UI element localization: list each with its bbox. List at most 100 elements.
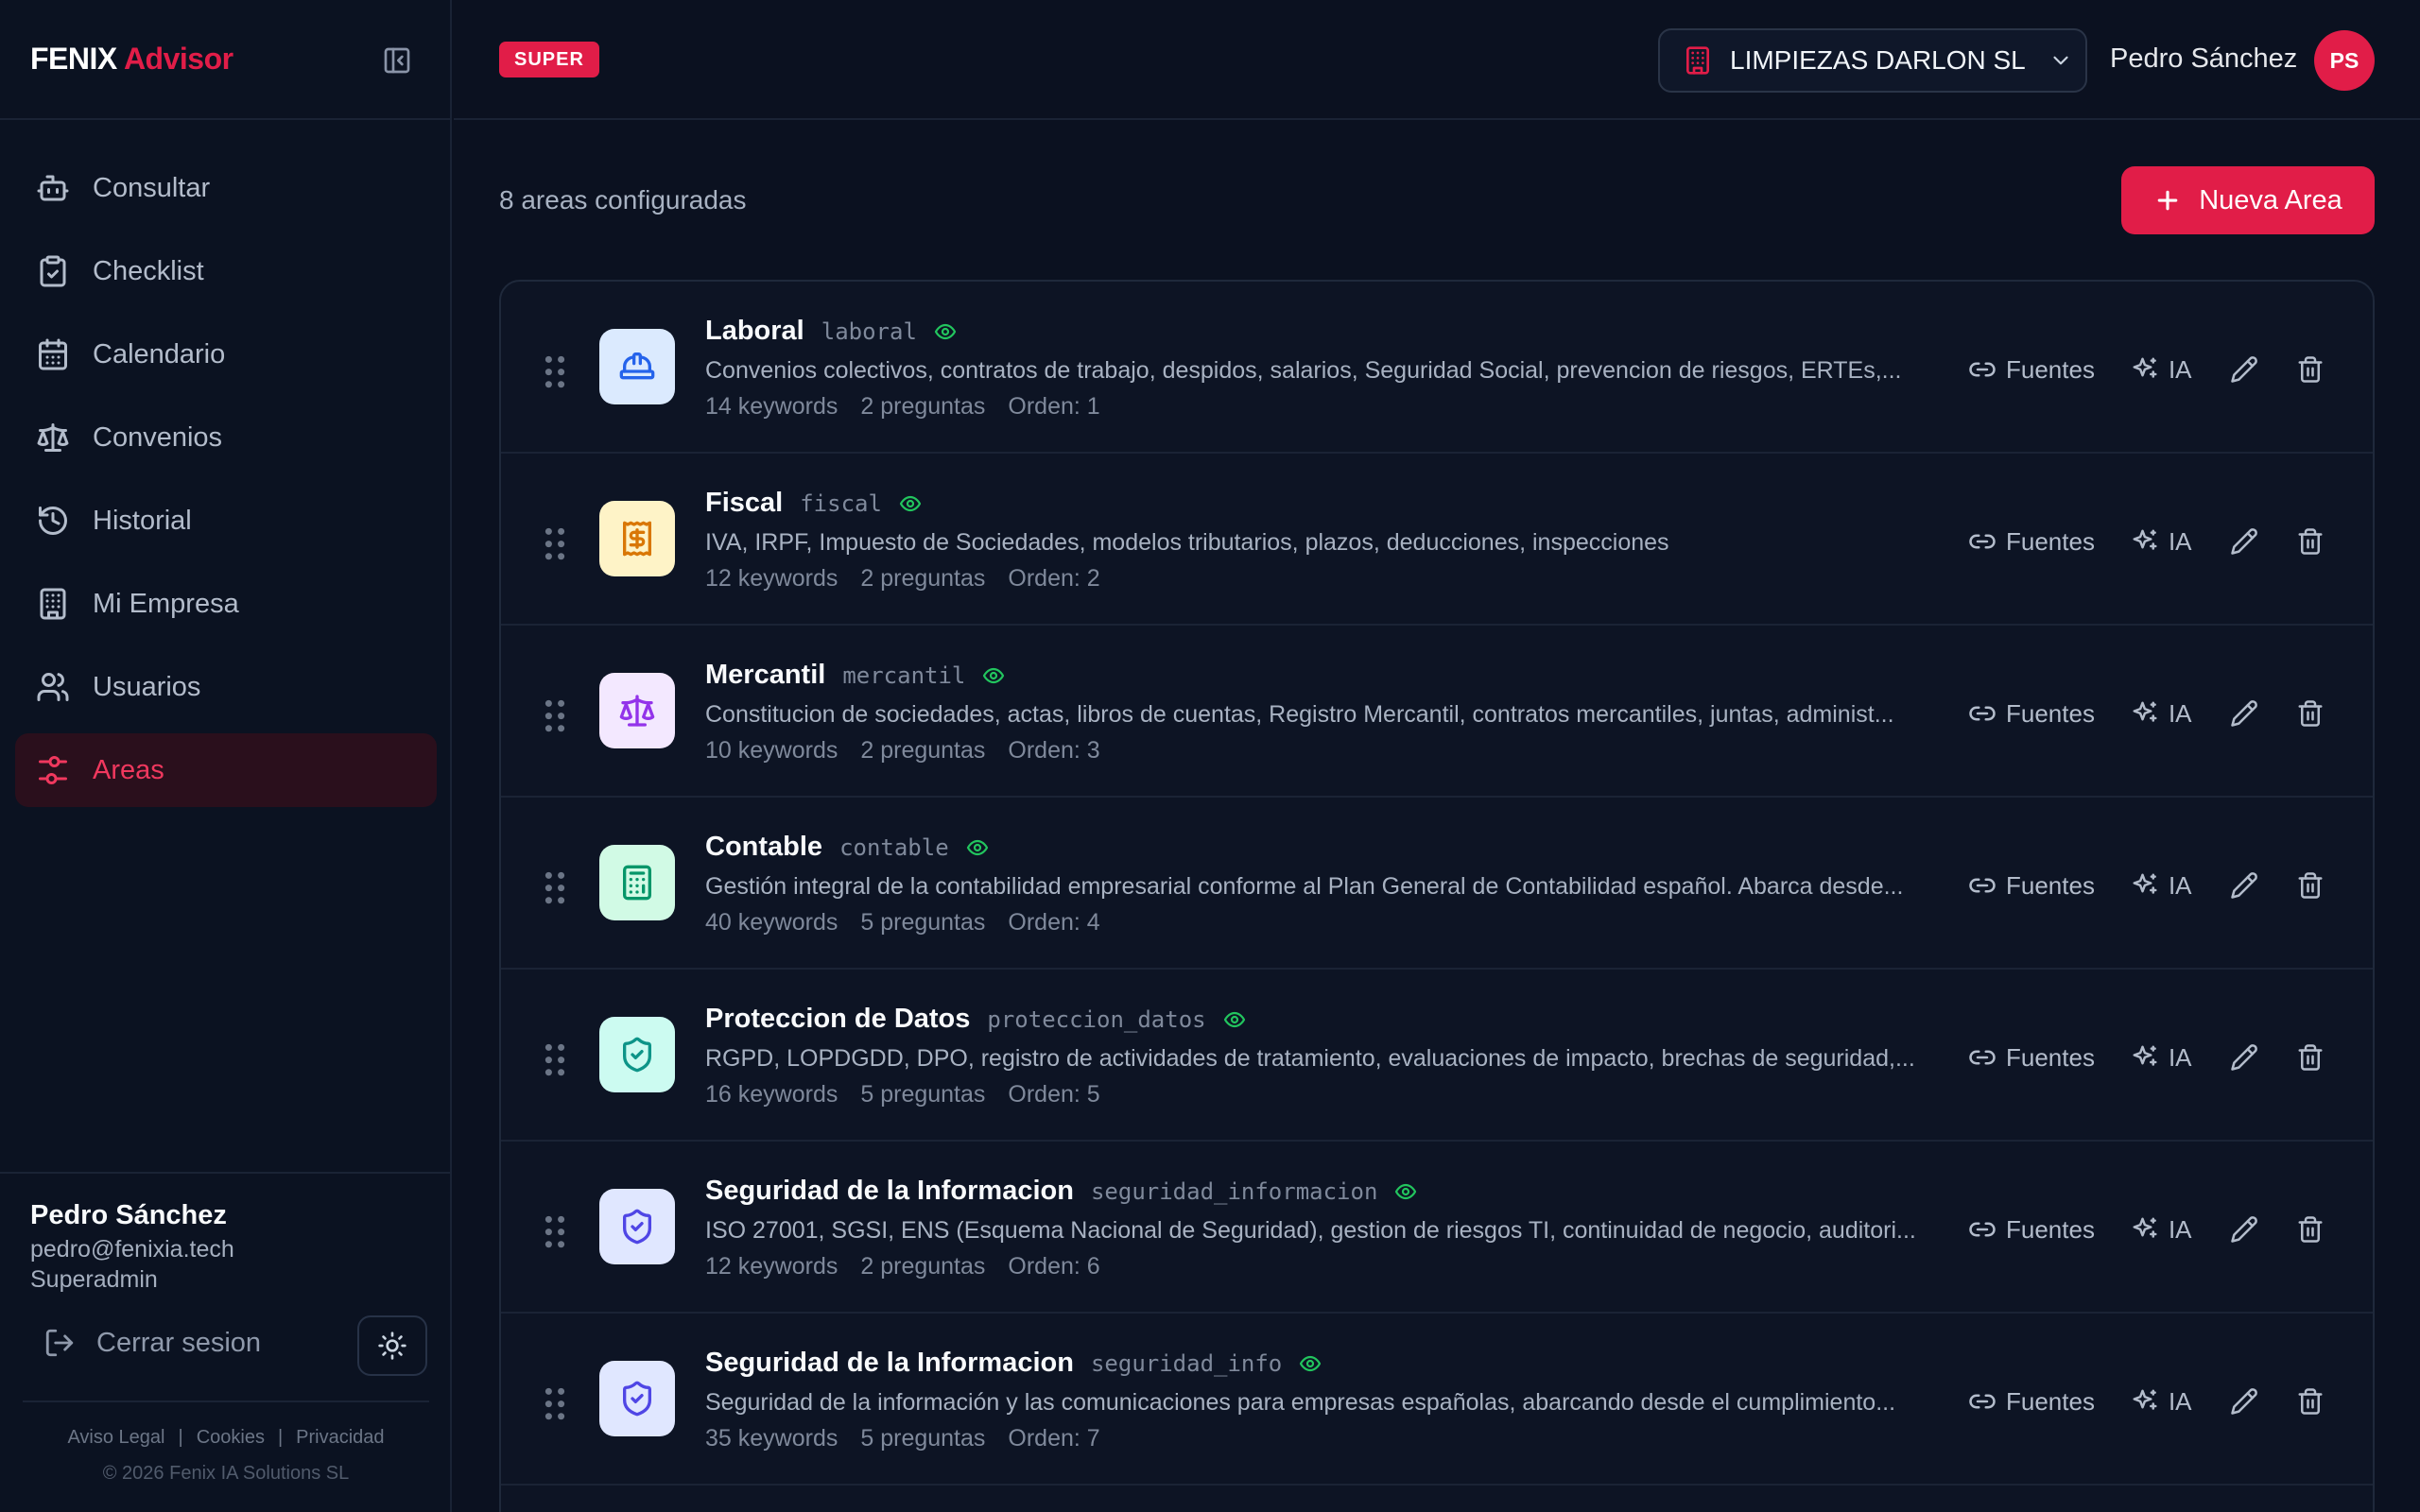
fuentes-button[interactable]: Fuentes (1968, 527, 2095, 557)
fuentes-button[interactable]: Fuentes (1968, 871, 2095, 901)
sidebar-item-convenios[interactable]: Convenios (15, 401, 437, 474)
logout-button[interactable]: Cerrar sesion (43, 1327, 261, 1359)
edit-button[interactable] (2230, 527, 2258, 556)
eye-icon (1223, 1011, 1245, 1027)
sidebar-nav: Consultar Checklist Calendario Convenios… (15, 151, 437, 816)
trash-icon (2298, 1044, 2323, 1071)
robot-icon (37, 175, 69, 201)
eye-icon (934, 323, 957, 339)
sparkles-icon (2133, 357, 2157, 378)
area-preguntas: 5 preguntas (860, 1425, 986, 1452)
link-icon (1969, 1394, 1996, 1409)
fuentes-button[interactable]: Fuentes (1968, 1215, 2095, 1245)
delete-button[interactable] (2296, 527, 2325, 556)
drag-handle-icon[interactable] (544, 1215, 565, 1248)
fuentes-label: Fuentes (2006, 1386, 2095, 1416)
trash-icon (2298, 1388, 2323, 1415)
sidebar-item-consultar[interactable]: Consultar (15, 151, 437, 225)
privacidad-link[interactable]: Privacidad (296, 1427, 384, 1448)
edit-button[interactable] (2230, 355, 2258, 384)
aviso-legal-link[interactable]: Aviso Legal (67, 1427, 164, 1448)
ia-label: IA (2168, 870, 2192, 900)
area-row: Fiscal fiscal IVA, IRPF, Impuesto de Soc… (501, 454, 2373, 626)
area-slug: seguridad_informacion (1090, 1178, 1378, 1205)
drag-handle-icon[interactable] (544, 699, 565, 732)
logout-label: Cerrar sesion (96, 1327, 262, 1358)
sidebar-item-mi-empresa[interactable]: Mi Empresa (15, 567, 437, 641)
area-actions: Fuentes IA (1968, 1206, 2325, 1253)
ia-button[interactable]: IA (2131, 1387, 2192, 1417)
area-meta: 12 keywords 2 preguntas Orden: 6 (705, 1253, 1123, 1280)
area-row: Laboral laboral Convenios colectivos, co… (501, 282, 2373, 454)
area-actions: Fuentes IA (1968, 862, 2325, 909)
delete-button[interactable] (2296, 355, 2325, 384)
delete-button[interactable] (2296, 1387, 2325, 1416)
theme-toggle-button[interactable] (357, 1315, 427, 1376)
ia-button[interactable]: IA (2131, 699, 2192, 729)
area-orden: Orden: 2 (1008, 565, 1100, 592)
edit-button[interactable] (2230, 1215, 2258, 1244)
fuentes-label: Fuentes (2006, 526, 2095, 556)
avatar[interactable]: PS (2314, 30, 2375, 91)
user-email: pedro@fenixia.tech (30, 1236, 234, 1263)
fuentes-button[interactable]: Fuentes (1968, 1043, 2095, 1073)
drag-handle-icon[interactable] (544, 871, 565, 904)
edit-button[interactable] (2230, 1043, 2258, 1072)
drag-handle-icon[interactable] (544, 527, 565, 560)
drag-handle-icon[interactable] (544, 1043, 565, 1076)
pencil-icon (2230, 1044, 2257, 1071)
ia-button[interactable]: IA (2131, 1215, 2192, 1245)
user-role: Superadmin (30, 1266, 158, 1293)
delete-button[interactable] (2296, 1043, 2325, 1072)
ia-button[interactable]: IA (2131, 355, 2192, 385)
area-row: Seguridad de la Informacion seguridad_in… (501, 1314, 2373, 1486)
fuentes-label: Fuentes (2006, 354, 2095, 384)
sparkles-icon (2133, 701, 2157, 722)
fuentes-label: Fuentes (2006, 1042, 2095, 1072)
sidebar-item-label: Checklist (93, 255, 204, 286)
pencil-icon (2230, 528, 2257, 555)
ia-button[interactable]: IA (2131, 527, 2192, 557)
area-orden: Orden: 1 (1008, 393, 1100, 420)
sidebar-footer: Pedro Sánchez pedro@fenixia.tech Superad… (0, 1172, 452, 1512)
delete-button[interactable] (2296, 1215, 2325, 1244)
drag-handle-icon[interactable] (544, 355, 565, 388)
trash-icon (2298, 700, 2323, 727)
link-icon (1969, 878, 1996, 893)
area-slug: mercantil (842, 662, 966, 689)
area-icon (599, 673, 675, 748)
fuentes-button[interactable]: Fuentes (1968, 1387, 2095, 1417)
cookies-link[interactable]: Cookies (197, 1427, 265, 1448)
delete-button[interactable] (2296, 699, 2325, 728)
eye-icon (1395, 1183, 1417, 1199)
new-area-button[interactable]: Nueva Area (2121, 166, 2375, 234)
logo[interactable]: FENIX Advisor (30, 42, 233, 77)
ia-label: IA (2168, 1386, 2192, 1416)
delete-button[interactable] (2296, 871, 2325, 900)
sidebar-item-calendario[interactable]: Calendario (15, 318, 437, 391)
area-meta: 14 keywords 2 preguntas Orden: 1 (705, 393, 1123, 421)
edit-button[interactable] (2230, 871, 2258, 900)
fuentes-button[interactable]: Fuentes (1968, 699, 2095, 729)
sun-icon (378, 1332, 406, 1360)
fuentes-button[interactable]: Fuentes (1968, 355, 2095, 385)
ia-button[interactable]: IA (2131, 1043, 2192, 1073)
ia-button[interactable]: IA (2131, 871, 2192, 901)
area-icon (599, 329, 675, 404)
company-selector[interactable]: LIMPIEZAS DARLON SL (1658, 28, 2087, 93)
area-keywords: 14 keywords (705, 393, 838, 420)
topbar: SUPER LIMPIEZAS DARLON SL Pedro Sánchez … (454, 0, 2420, 120)
pencil-icon (2230, 1388, 2257, 1415)
collapse-sidebar-icon[interactable] (382, 45, 412, 76)
edit-button[interactable] (2230, 699, 2258, 728)
drag-handle-icon[interactable] (544, 1387, 565, 1420)
sidebar-item-areas[interactable]: Areas (15, 733, 437, 807)
link-icon (1969, 1050, 1996, 1065)
sidebar-item-usuarios[interactable]: Usuarios (15, 650, 437, 724)
edit-button[interactable] (2230, 1387, 2258, 1416)
calendar-icon (39, 338, 67, 370)
area-preguntas: 5 preguntas (860, 909, 986, 936)
area-orden: Orden: 6 (1008, 1253, 1100, 1280)
sidebar-item-checklist[interactable]: Checklist (15, 234, 437, 308)
sidebar-item-historial[interactable]: Historial (15, 484, 437, 558)
